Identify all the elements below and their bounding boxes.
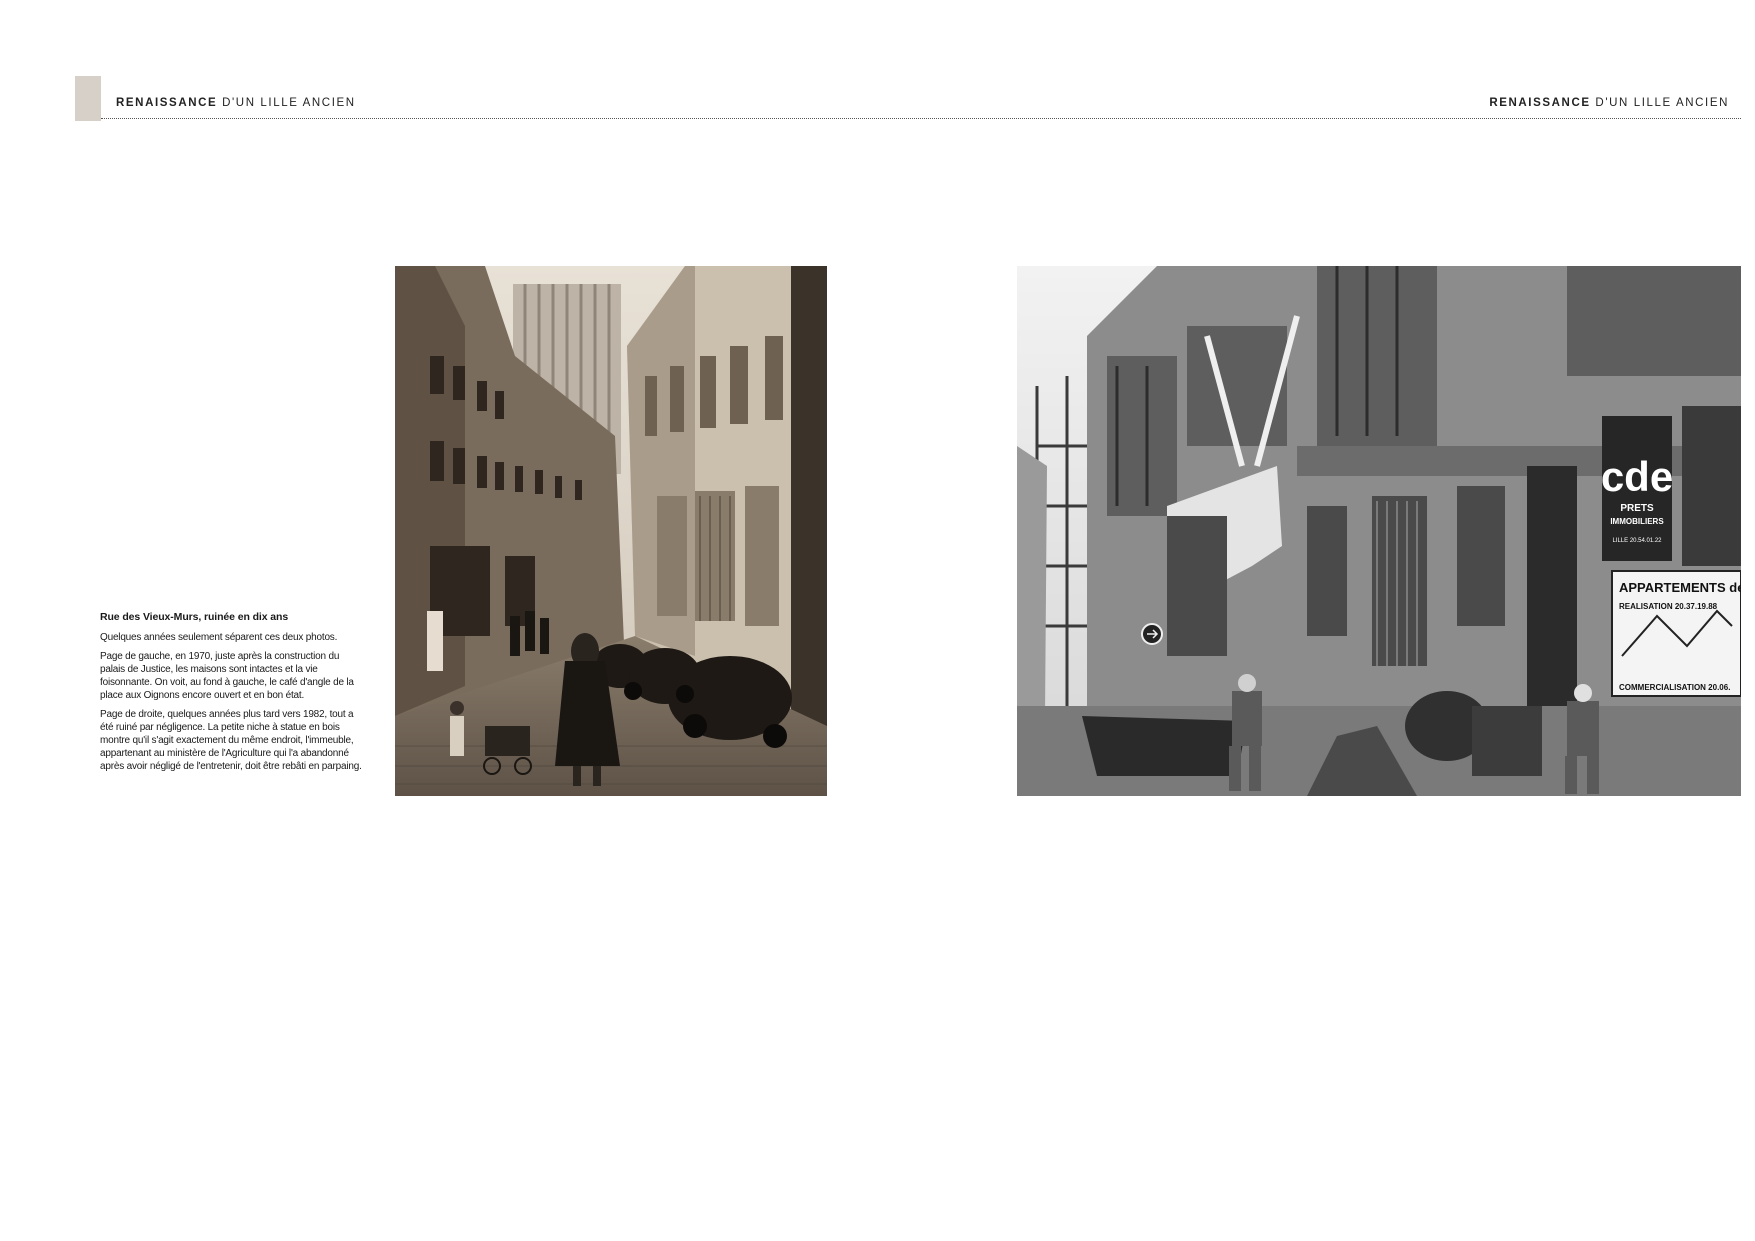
cde-prets-text: PRETS: [1620, 503, 1654, 514]
running-head-right-rest: D'UN LILLE ANCIEN: [1590, 97, 1729, 109]
running-head-left-strong: RENAISSANCE: [116, 97, 218, 109]
photo-street-1982: cde PRETS IMMOBILIERS LILLE 20.54.01.22 …: [1017, 266, 1741, 796]
banner-commercialisation-text: COMMERCIALISATION 20.06.: [1619, 683, 1730, 692]
banner-realisation-text: REALISATION 20.37.19.88: [1619, 602, 1718, 611]
running-head-right: RENAISSANCE D'UN LILLE ANCIEN: [1489, 97, 1729, 109]
header-rule: [101, 118, 1741, 119]
running-head-left: RENAISSANCE D'UN LILLE ANCIEN: [116, 97, 356, 109]
caption-paragraph-2: Page de gauche, en 1970, juste après la …: [100, 651, 354, 701]
running-head-left-rest: D'UN LILLE ANCIEN: [217, 97, 356, 109]
banner-title-text: APPARTEMENTS de ST: [1619, 580, 1741, 595]
cde-logo-text: cde: [1601, 453, 1673, 500]
caption-paragraph-3: Page de droite, quelques années plus tar…: [100, 709, 362, 772]
cde-immobiliers-text: IMMOBILIERS: [1610, 517, 1664, 526]
photo-street-1970: [395, 266, 827, 796]
caption-title: Rue des Vieux-Murs, ruinée en dix ans: [100, 611, 289, 623]
running-head-right-strong: RENAISSANCE: [1489, 97, 1591, 109]
photo-street-1982-image: cde PRETS IMMOBILIERS LILLE 20.54.01.22 …: [1017, 266, 1741, 796]
cde-phone-text: LILLE 20.54.01.22: [1612, 538, 1662, 544]
photo-caption: Rue des Vieux-Murs, ruinée en dix ans Qu…: [100, 611, 362, 779]
page-tab-marker: [75, 76, 101, 121]
caption-paragraph-1: Quelques années seulement séparent ces d…: [100, 632, 338, 643]
photo-street-1970-image: [395, 266, 827, 796]
